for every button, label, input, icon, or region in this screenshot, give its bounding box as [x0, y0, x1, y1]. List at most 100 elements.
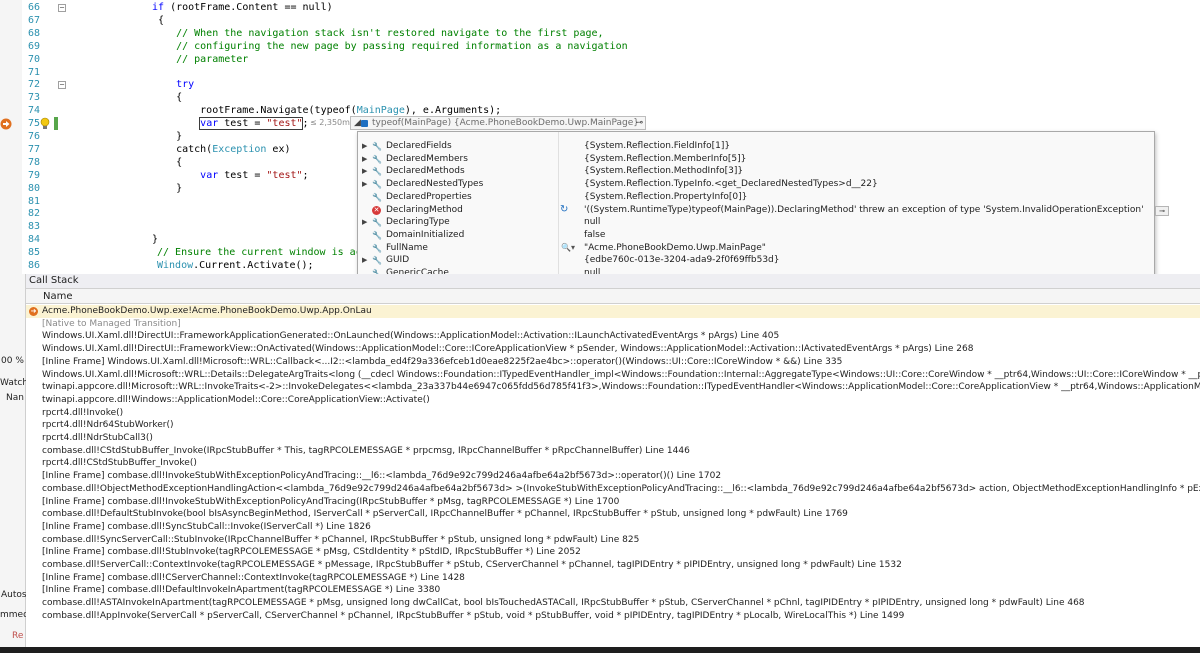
- expand-arrow-icon[interactable]: ▶: [362, 216, 367, 229]
- frame-name: [Inline Frame] combase.dll!StubInvoke(ta…: [42, 547, 581, 558]
- code-line[interactable]: 72 − try: [0, 79, 1200, 92]
- call-stack-titlebar[interactable]: Call Stack: [26, 274, 1200, 289]
- call-stack-frame[interactable]: [Inline Frame] combase.dll!StubInvoke(ta…: [26, 546, 1200, 559]
- datatip-row[interactable]: 🔧 FullName 🔍▾ "Acme.PhoneBookDemo.Uwp.MainP…: [358, 242, 1154, 255]
- call-stack-frame[interactable]: rpcrt4.dll!Ndr64StubWorker(): [26, 419, 1200, 432]
- autos-tab[interactable]: Autos: [1, 590, 27, 600]
- code-token: }: [152, 234, 159, 246]
- datatip-row[interactable]: ▶ 🔧 DeclaredNestedTypes {System.Reflection.…: [358, 178, 1154, 191]
- collapse-arrow-icon[interactable]: ◢: [354, 117, 361, 129]
- pin-icon[interactable]: ⊸: [1155, 206, 1169, 216]
- call-stack-frame[interactable]: Windows.UI.Xaml.dll!Microsoft::WRL::Deta…: [26, 369, 1200, 382]
- datatip-row[interactable]: ▶ 🔧 DeclaredFields {System.Reflection.Field…: [358, 140, 1154, 153]
- type-icon: [361, 120, 368, 127]
- datatip-row[interactable]: ▶ 🔧 GUID {edbe760c-013e-3204-ada9-2f0f69ffb…: [358, 254, 1154, 267]
- call-stack-frame[interactable]: twinapi.appcore.dll!Windows::Application…: [26, 394, 1200, 407]
- call-stack-frame[interactable]: [Inline Frame] Windows.UI.Xaml.dll!Micro…: [26, 356, 1200, 369]
- zoom-level[interactable]: 00 %: [1, 356, 24, 366]
- code-token: rootFrame.Navigate(typeof(: [152, 105, 357, 117]
- code-token: // Ensure the current window is acti: [157, 247, 374, 259]
- call-stack-frame[interactable]: rpcrt4.dll!CStdStubBuffer_Invoke(): [26, 457, 1200, 470]
- datatip-row[interactable]: ✕ DeclaringMethod ↻ '((System.RuntimeType)t…: [358, 204, 1154, 217]
- call-stack-frame[interactable]: [Inline Frame] combase.dll!SyncStubCall:…: [26, 521, 1200, 534]
- call-stack-frame[interactable]: combase.dll!CStdStubBuffer_Invoke(IRpcSt…: [26, 445, 1200, 458]
- datatip-property-value[interactable]: '((System.RuntimeType)typeof(MainPage)).…: [584, 204, 1144, 217]
- code-line[interactable]: 69 // configuring the new page by passin…: [0, 41, 1200, 54]
- call-stack-frame[interactable]: combase.dll!DefaultStubInvoke(bool bIsAs…: [26, 508, 1200, 521]
- expand-arrow-icon[interactable]: ▶: [362, 153, 367, 166]
- datatip-row[interactable]: 🔧 DeclaredProperties {System.Reflection.Pr…: [358, 191, 1154, 204]
- frame-name: combase.dll!ASTAInvokeInApartment(tagRPC…: [42, 598, 1085, 609]
- code-line[interactable]: 73 {: [0, 92, 1200, 105]
- current-frame-arrow-icon: ➜: [29, 307, 38, 316]
- call-stack-header[interactable]: Name: [26, 289, 1200, 304]
- watch-tab[interactable]: Watch: [0, 378, 28, 388]
- code-text: try: [152, 79, 194, 92]
- pin-icon[interactable]: ⊸: [635, 117, 643, 129]
- datatip-property-value[interactable]: {System.Reflection.TypeInfo.<get_Declare…: [584, 178, 878, 191]
- expand-arrow-icon[interactable]: ▶: [362, 254, 367, 267]
- call-stack-frame[interactable]: rpcrt4.dll!NdrStubCall3(): [26, 432, 1200, 445]
- call-stack-frame[interactable]: twinapi.appcore.dll!Microsoft::WRL::Invo…: [26, 381, 1200, 394]
- datatip-row[interactable]: ▶ 🔧 DeclaringType null: [358, 216, 1154, 229]
- call-stack-frame[interactable]: [Inline Frame] combase.dll!CServerChanne…: [26, 572, 1200, 585]
- property-wrench-icon: 🔧: [372, 180, 382, 190]
- frame-name: Windows.UI.Xaml.dll!Microsoft::WRL::Deta…: [42, 369, 1200, 380]
- lightbulb-icon[interactable]: [40, 117, 50, 130]
- code-line[interactable]: 68 // When the navigation stack isn't re…: [0, 28, 1200, 41]
- line-number: 68: [27, 27, 40, 39]
- code-line[interactable]: 66 − if (rootFrame.Content == null): [0, 2, 1200, 15]
- datatip-row[interactable]: 🔧 DomainInitialized false: [358, 229, 1154, 242]
- code-token: ex): [266, 143, 291, 155]
- immediate-tab[interactable]: mmed: [0, 610, 29, 620]
- call-stack-frame[interactable]: [Native to Managed Transition]: [26, 318, 1200, 331]
- datatip-row[interactable]: ▶ 🔧 DeclaredMethods {System.Reflection.Meth…: [358, 165, 1154, 178]
- refresh-icon[interactable]: ↻: [560, 204, 568, 217]
- code-line[interactable]: 70 // parameter: [0, 54, 1200, 67]
- frame-name: combase.dll!ServerCall::ContextInvoke(ta…: [42, 560, 902, 570]
- call-stack-frame[interactable]: rpcrt4.dll!Invoke(): [26, 407, 1200, 420]
- line-number: 66: [27, 2, 40, 13]
- fold-toggle-icon[interactable]: −: [58, 81, 66, 90]
- call-stack-frame[interactable]: combase.dll!ServerCall::ContextInvoke(ta…: [26, 559, 1200, 572]
- call-stack-frame[interactable]: Windows.UI.Xaml.dll!DirectUI::FrameworkA…: [26, 330, 1200, 343]
- frame-name: twinapi.appcore.dll!Microsoft::WRL::Invo…: [42, 382, 1200, 393]
- datatip-property-name: DeclaredMembers: [386, 153, 468, 164]
- code-token: .Current.Activate();: [193, 260, 314, 271]
- datatip-property-value[interactable]: {System.Reflection.MemberInfo[5]}: [584, 153, 746, 166]
- code-token: "test": [266, 169, 303, 181]
- call-stack-frame[interactable]: Windows.UI.Xaml.dll!DirectUI::FrameworkV…: [26, 343, 1200, 356]
- call-stack-frame[interactable]: combase.dll!AppInvoke(ServerCall * pServ…: [26, 610, 1200, 623]
- call-stack-frame[interactable]: ➜ Acme.PhoneBookDemo.Uwp.exe!Acme.PhoneBo…: [26, 305, 1200, 318]
- datatip-row[interactable]: ▶ 🔧 DeclaredMembers {System.Reflection.Memb…: [358, 153, 1154, 166]
- datatip-property-value[interactable]: false: [584, 229, 605, 242]
- call-stack-frame[interactable]: [Inline Frame] combase.dll!InvokeStubWit…: [26, 470, 1200, 483]
- datatip-property-value[interactable]: null: [584, 216, 600, 229]
- call-stack-frame[interactable]: [Inline Frame] combase.dll!DefaultInvoke…: [26, 584, 1200, 597]
- column-header-name[interactable]: Name: [43, 291, 73, 302]
- property-wrench-icon: 🔧: [372, 192, 382, 202]
- call-stack-frame[interactable]: combase.dll!ASTAInvokeInApartment(tagRPC…: [26, 597, 1200, 610]
- expand-arrow-icon[interactable]: ▶: [362, 140, 367, 153]
- fold-toggle-icon[interactable]: −: [58, 4, 66, 12]
- datatip-property-value[interactable]: {System.Reflection.MethodInfo[3]}: [584, 165, 743, 178]
- datatip-header[interactable]: ◢ typeof(MainPage) {Acme.PhoneBookDemo.U…: [350, 116, 646, 130]
- text-visualizer-icon[interactable]: 🔍▾: [561, 242, 575, 255]
- error-list-tab[interactable]: Re: [12, 631, 23, 641]
- expand-arrow-icon[interactable]: ▶: [362, 178, 367, 191]
- frame-name: combase.dll!CStdStubBuffer_Invoke(IRpcSt…: [42, 445, 690, 456]
- datatip-property-value[interactable]: {System.Reflection.PropertyInfo[0]}: [584, 191, 747, 204]
- datatip-property-value[interactable]: {edbe760c-013e-3204-ada9-2f0f69ffb53d}: [584, 254, 779, 267]
- code-text: }: [152, 183, 182, 196]
- code-line[interactable]: 67 {: [0, 15, 1200, 28]
- code-line[interactable]: 71: [0, 67, 1200, 80]
- datatip-property-value[interactable]: {System.Reflection.FieldInfo[1]}: [584, 140, 730, 153]
- expand-arrow-icon[interactable]: ▶: [362, 165, 367, 178]
- datatip-property-name: DeclaringType: [386, 217, 450, 228]
- datatip-property-value[interactable]: "Acme.PhoneBookDemo.Uwp.MainPage": [584, 242, 766, 255]
- code-token: // configuring the new page by passing r…: [152, 40, 628, 52]
- call-stack-frame[interactable]: [Inline Frame] combase.dll!InvokeStubWit…: [26, 496, 1200, 509]
- call-stack-frame[interactable]: combase.dll!SyncServerCall::StubInvoke(I…: [26, 534, 1200, 547]
- frame-name: combase.dll!SyncServerCall::StubInvoke(I…: [42, 534, 640, 545]
- call-stack-frame[interactable]: combase.dll!ObjectMethodExceptionHandlin…: [26, 483, 1200, 496]
